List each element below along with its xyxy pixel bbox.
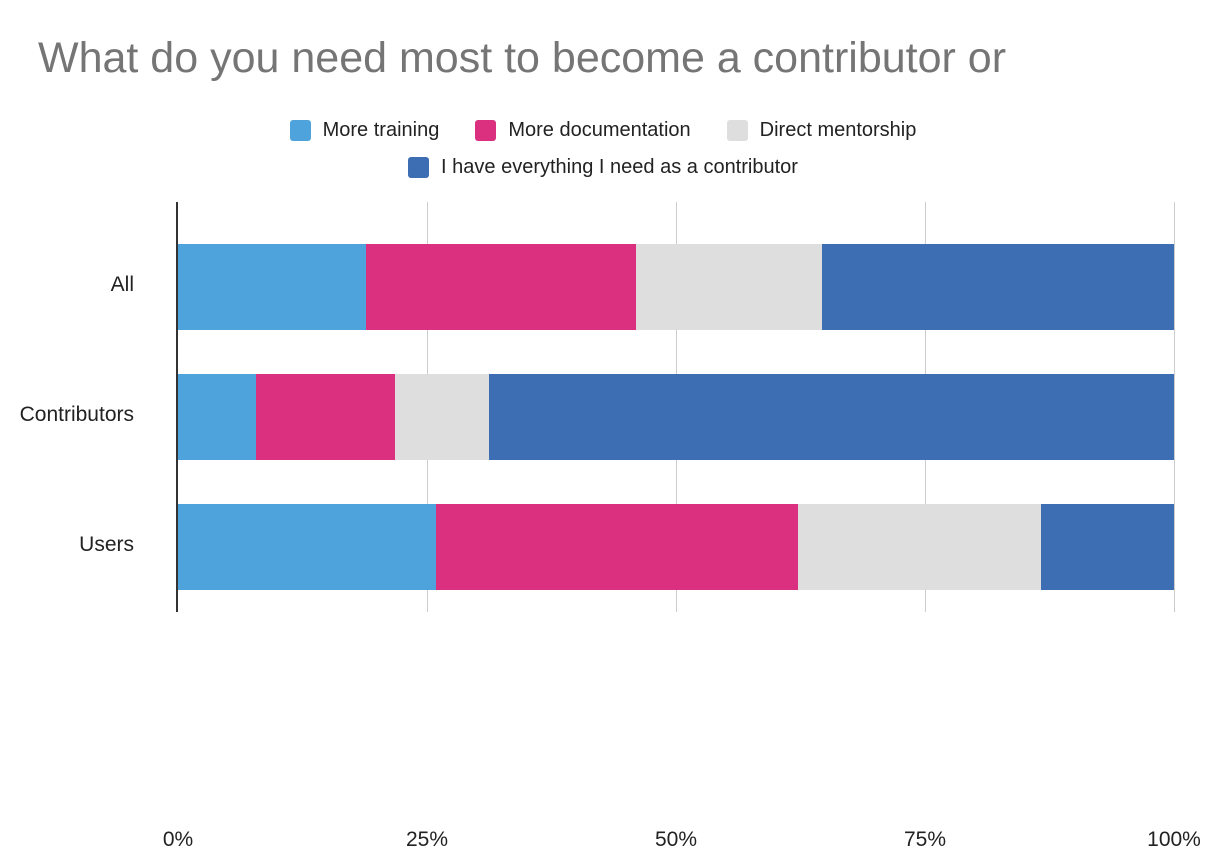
bar-segment[interactable] bbox=[178, 504, 436, 590]
legend-swatch-icon bbox=[475, 120, 497, 141]
category-label: Users bbox=[79, 533, 134, 556]
legend-item[interactable]: More training bbox=[289, 119, 440, 142]
legend-row-2: I have everything I need as a contributo… bbox=[0, 149, 1206, 186]
bar-segment[interactable] bbox=[797, 504, 1041, 590]
legend-swatch-icon bbox=[726, 120, 748, 141]
bar-segment[interactable] bbox=[822, 244, 1174, 330]
legend-label: I have everything I need as a contributo… bbox=[441, 156, 798, 178]
legend-item[interactable]: More documentation bbox=[475, 119, 691, 142]
x-axis-tick-label: 0% bbox=[162, 828, 194, 851]
bar-segment[interactable] bbox=[366, 244, 637, 330]
legend-swatch-icon bbox=[408, 157, 430, 178]
bar-segment[interactable] bbox=[395, 374, 489, 460]
category-label: All bbox=[110, 273, 134, 296]
x-axis-tick-label: 75% bbox=[903, 828, 947, 851]
x-axis-tick-label: 25% bbox=[405, 828, 449, 851]
chart-legend: More training More documentation Direct me… bbox=[0, 112, 1206, 186]
bar-segment[interactable] bbox=[178, 244, 367, 330]
chart-container: What do you need most to become a contri… bbox=[0, 0, 1206, 851]
bar-segment[interactable] bbox=[435, 504, 798, 590]
legend-label: Direct mentorship bbox=[759, 119, 917, 141]
x-axis-tick-label: 100% bbox=[1147, 828, 1201, 851]
legend-row-1: More training More documentation Direct me… bbox=[0, 112, 1206, 149]
legend-label: More training bbox=[322, 119, 440, 141]
chart-title: What do you need most to become a contri… bbox=[38, 34, 1007, 82]
category-label: Contributors bbox=[19, 403, 134, 426]
bar-segment[interactable] bbox=[1040, 504, 1174, 590]
gridline bbox=[1174, 202, 1175, 612]
plot-area: All Contributors Users 0% 25% 50% 75% 100% bbox=[20, 202, 1201, 851]
bar-segment[interactable] bbox=[636, 244, 823, 330]
bar-segment[interactable] bbox=[255, 374, 396, 460]
legend-swatch-icon bbox=[289, 120, 311, 141]
legend-item[interactable]: I have everything I need as a contributo… bbox=[408, 156, 798, 179]
legend-item[interactable]: Direct mentorship bbox=[726, 119, 917, 142]
bar-group bbox=[178, 504, 1174, 590]
x-axis-tick-label: 50% bbox=[654, 828, 698, 851]
bar-segment[interactable] bbox=[488, 374, 1174, 460]
legend-label: More documentation bbox=[508, 119, 691, 141]
bar-group bbox=[178, 374, 1174, 460]
bar-group bbox=[178, 244, 1174, 330]
bar-segment[interactable] bbox=[178, 374, 256, 460]
